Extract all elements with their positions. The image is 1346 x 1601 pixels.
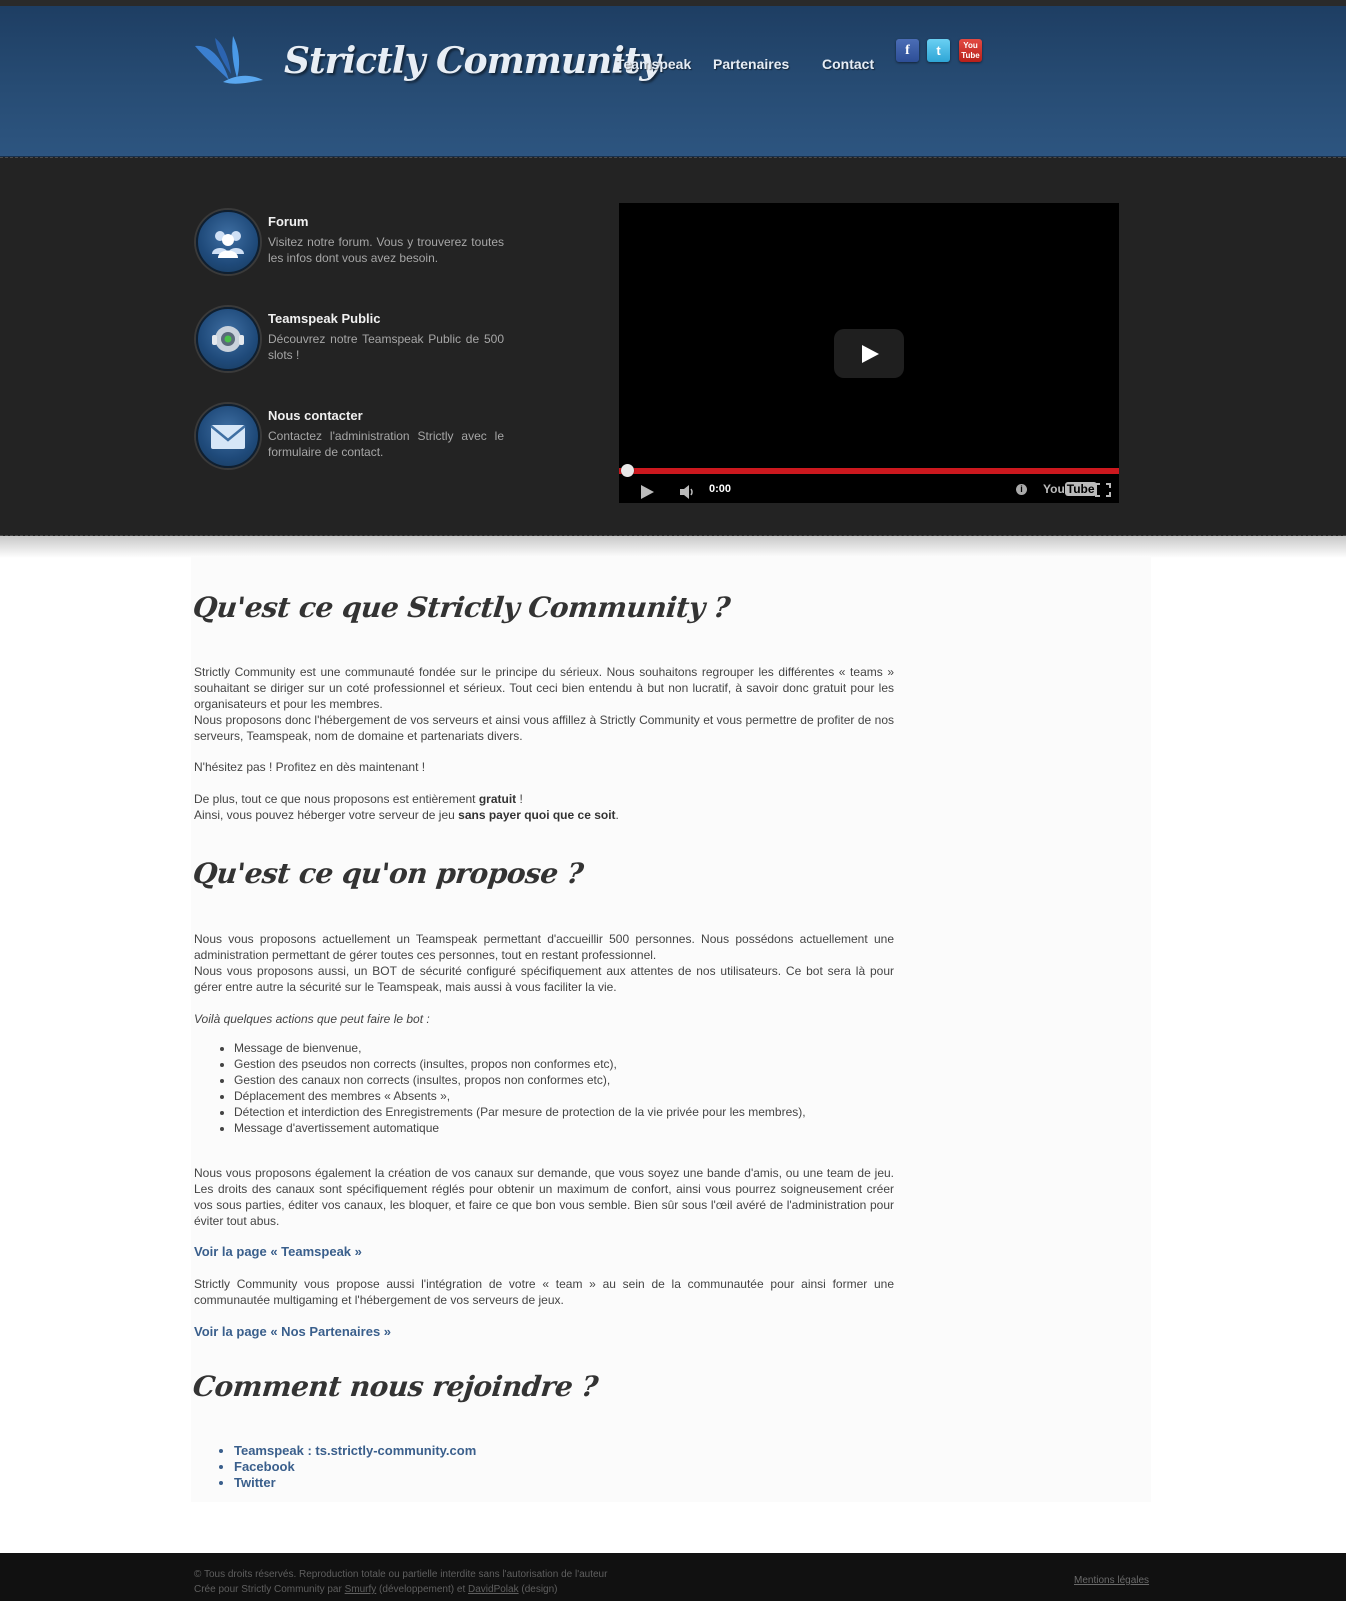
footer-line-1: © Tous droits réservés. Reproduction tot…	[194, 1569, 608, 1580]
link-partners-page[interactable]: Voir la page « Nos Partenaires »	[194, 1324, 391, 1339]
facebook-icon[interactable]: f	[896, 39, 919, 62]
footer-line2-e: (design)	[518, 1584, 558, 1595]
offer-link-teamspeak-wrap: Voir la page « Teamspeak »	[194, 1244, 894, 1260]
band-shadow	[0, 536, 1346, 558]
link-teamspeak-server[interactable]: Teamspeak : ts.strictly-community.com	[234, 1443, 476, 1459]
about-paragraph-3: N'hésitez pas ! Profitez en dès maintena…	[194, 760, 426, 774]
feature-desc-forum: Visitez notre forum. Vous y trouverez to…	[268, 235, 504, 265]
list-item: Message de bienvenue,	[234, 1040, 806, 1056]
envelope-icon[interactable]	[196, 404, 260, 468]
section-title-offer: Qu'est ce qu'on propose ?	[191, 857, 585, 890]
about-p4-c: !	[516, 792, 523, 806]
offer-link-partners-wrap: Voir la page « Nos Partenaires »	[194, 1324, 894, 1340]
site-header: Strictly Community Teamspeak Partenaires…	[0, 6, 1346, 157]
about-p5-bold: sans payer quoi que ce soit	[458, 808, 616, 822]
list-item: Gestion des canaux non corrects (insulte…	[234, 1072, 806, 1088]
footer-line2-a: Crée pour Strictly Community par	[194, 1584, 345, 1595]
link-facebook[interactable]: Facebook	[234, 1459, 476, 1475]
feature-title-teamspeak[interactable]: Teamspeak Public	[268, 311, 380, 326]
feature-title-forum[interactable]: Forum	[268, 214, 308, 229]
about-p5-c: .	[615, 808, 619, 822]
about-p4-a: De plus, tout ce que nous proposons est …	[194, 792, 479, 806]
footer-legal-link[interactable]: Mentions légales	[1074, 1575, 1149, 1586]
youtube-icon[interactable]: You Tube	[959, 39, 982, 62]
section-title-about: Qu'est ce que Strictly Community ?	[191, 591, 732, 624]
video-progress-bar[interactable]	[619, 468, 1119, 474]
site-footer: © Tous droits réservés. Reproduction tot…	[0, 1553, 1346, 1601]
about-p5-a: Ainsi, vous pouvez héberger votre serveu…	[194, 808, 459, 822]
join-links-list: Teamspeak : ts.strictly-community.com Fa…	[194, 1443, 476, 1491]
youtube-icon-top: You	[963, 41, 978, 50]
about-paragraph-5: Ainsi, vous pouvez héberger votre serveu…	[194, 807, 894, 823]
play-icon[interactable]	[641, 485, 654, 499]
bot-actions-list: Message de bienvenue, Gestion des pseudo…	[194, 1040, 806, 1136]
logo-icon[interactable]	[193, 34, 265, 90]
headset-icon[interactable]	[196, 307, 260, 371]
youtube-logo-you: You	[1043, 482, 1065, 496]
about-paragraph-1: Strictly Community est une communauté fo…	[194, 665, 894, 711]
about-paragraph-4: De plus, tout ce que nous proposons est …	[194, 791, 894, 807]
offer-paragraph-4: Strictly Community vous propose aussi l'…	[194, 1277, 894, 1307]
youtube-icon-bottom: Tube	[961, 51, 980, 60]
info-icon[interactable]: i	[1016, 484, 1027, 495]
list-item: Déplacement des membres « Absents »,	[234, 1088, 806, 1104]
list-item: Gestion des pseudos non corrects (insult…	[234, 1056, 806, 1072]
footer-copyright: © Tous droits réservés. Reproduction tot…	[194, 1567, 607, 1597]
logo-text[interactable]: Strictly Community	[284, 40, 660, 82]
link-twitter[interactable]: Twitter	[234, 1475, 476, 1491]
offer-paragraph-2: Nous vous proposons aussi, un BOT de séc…	[194, 964, 894, 994]
link-teamspeak-page[interactable]: Voir la page « Teamspeak »	[194, 1244, 362, 1259]
section-title-join: Comment nous rejoindre ?	[191, 1370, 600, 1403]
footer-line-2: Crée pour Strictly Community par Smurfy …	[194, 1582, 607, 1597]
offer-paragraph-3: Nous vous proposons également la créatio…	[194, 1166, 894, 1228]
youtube-logo[interactable]: You Tube	[1043, 482, 1097, 496]
about-paragraph-2: Nous proposons donc l'hébergement de vos…	[194, 713, 894, 743]
feature-title-contact[interactable]: Nous contacter	[268, 408, 363, 423]
list-item: Détection et interdiction des Enregistre…	[234, 1104, 806, 1120]
twitter-icon[interactable]: t	[927, 39, 950, 62]
video-progress-knob[interactable]	[621, 464, 634, 477]
feature-desc-contact: Contactez l'administration Strictly avec…	[268, 429, 504, 459]
footer-author-davidpolak[interactable]: DavidPolak	[468, 1584, 519, 1595]
list-item: Message d'avertissement automatique	[234, 1120, 806, 1136]
nav-teamspeak[interactable]: Teamspeak	[616, 56, 691, 72]
nav-partenaires[interactable]: Partenaires	[713, 56, 789, 72]
offer-bot-intro: Voilà quelques actions que peut faire le…	[194, 1012, 430, 1026]
video-player[interactable]: 0:00 i You Tube	[619, 203, 1119, 503]
youtube-logo-tube: Tube	[1064, 482, 1097, 496]
fullscreen-icon[interactable]	[1095, 483, 1111, 497]
video-play-button[interactable]	[834, 329, 904, 378]
users-icon[interactable]	[196, 210, 260, 274]
footer-author-smurfy[interactable]: Smurfy	[345, 1584, 377, 1595]
footer-line2-c: (développement) et	[376, 1584, 468, 1595]
feature-desc-teamspeak: Découvrez notre Teamspeak Public de 500 …	[268, 332, 504, 362]
offer-paragraph-1: Nous vous proposons actuellement un Team…	[194, 932, 894, 962]
nav-contact[interactable]: Contact	[822, 56, 874, 72]
volume-icon[interactable]	[679, 484, 697, 500]
about-p4-bold: gratuit	[478, 792, 517, 806]
video-time: 0:00	[709, 483, 732, 495]
